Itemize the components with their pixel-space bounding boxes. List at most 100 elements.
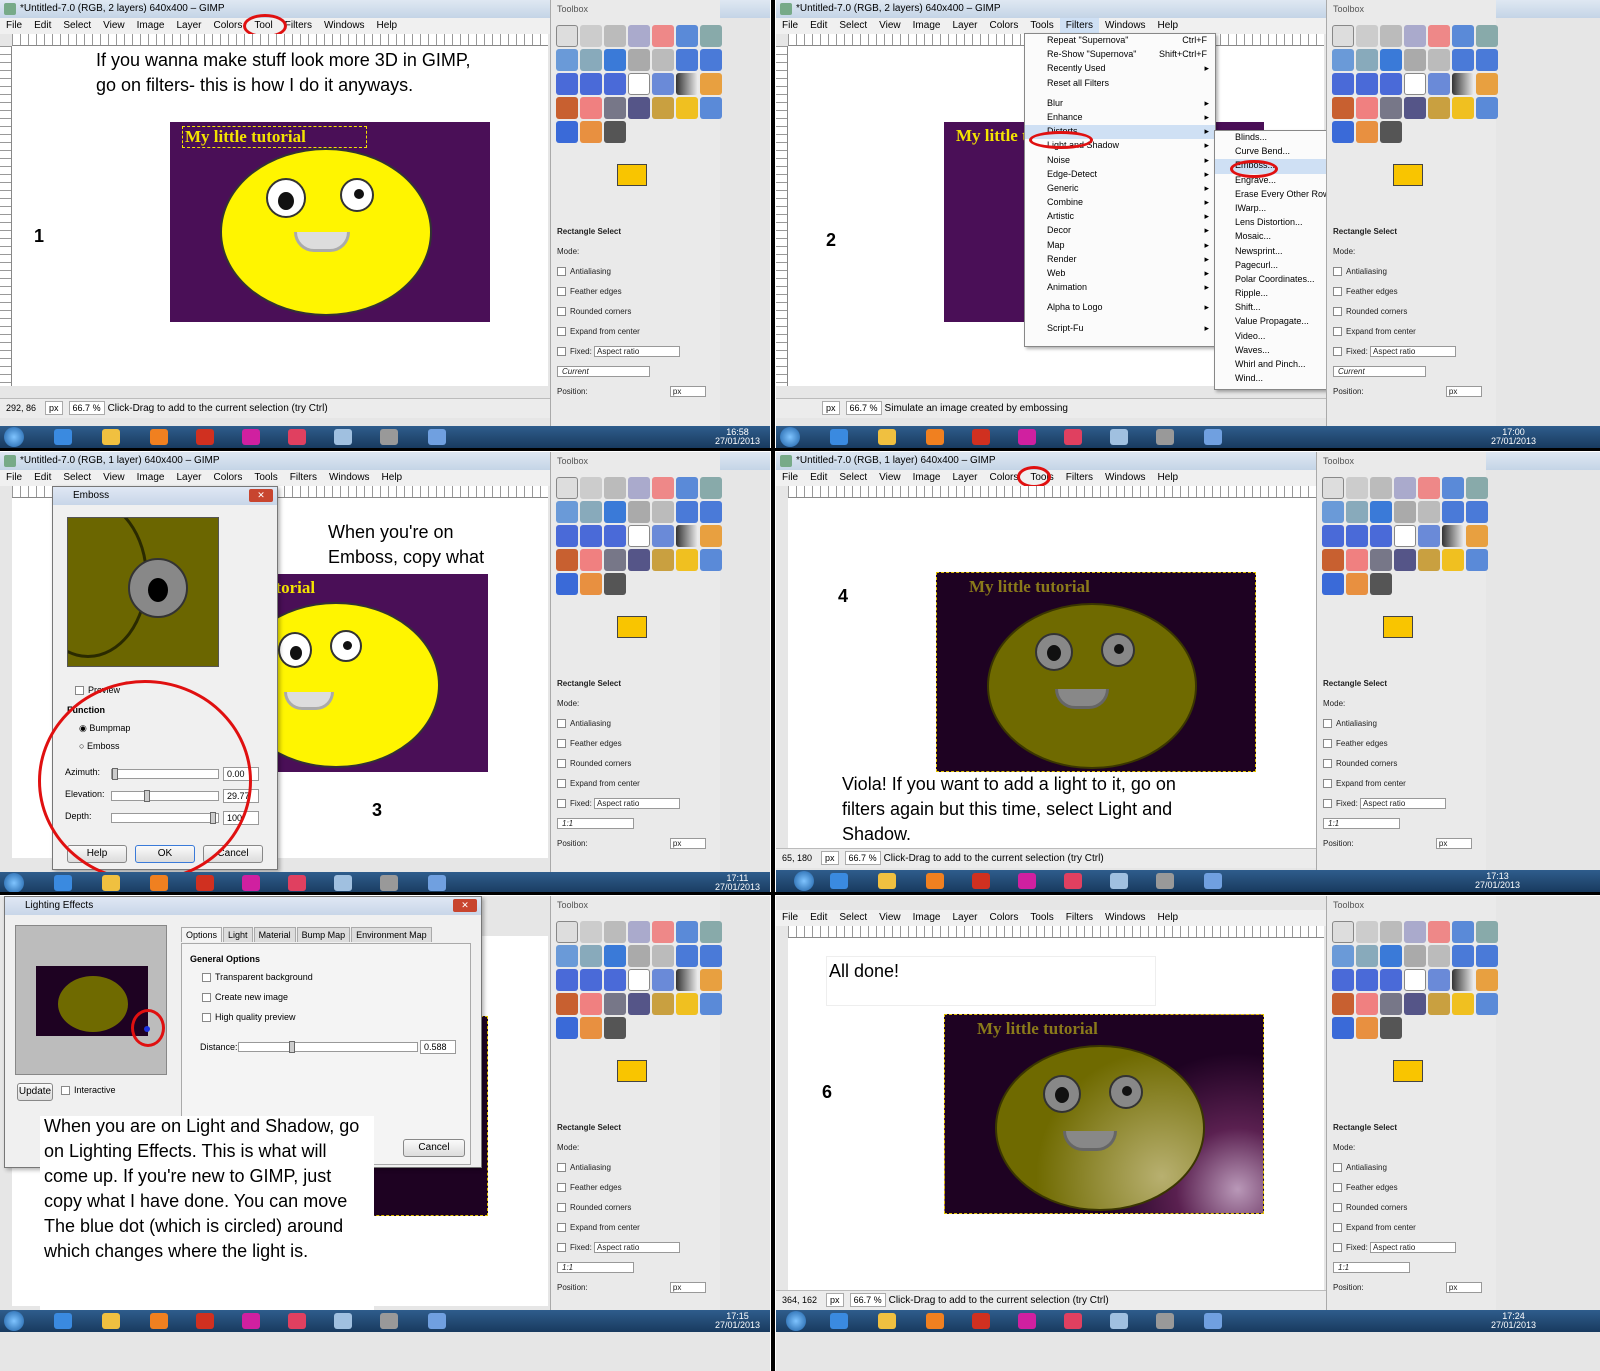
eraser-icon[interactable] bbox=[1356, 993, 1378, 1015]
measure-icon[interactable] bbox=[580, 501, 602, 523]
rotate-icon[interactable] bbox=[1452, 945, 1474, 967]
menu-select[interactable]: Select bbox=[833, 470, 873, 486]
menu-view[interactable]: View bbox=[873, 910, 907, 926]
mario-icon[interactable] bbox=[196, 1313, 214, 1329]
menu-filters[interactable]: Filters bbox=[1059, 18, 1099, 34]
blur-icon[interactable] bbox=[1332, 1017, 1354, 1039]
path-icon[interactable] bbox=[1476, 921, 1498, 943]
zoom-select[interactable]: 66.7 % bbox=[68, 401, 105, 415]
scissors-icon[interactable] bbox=[1428, 921, 1450, 943]
menu-edit[interactable]: Edit bbox=[804, 910, 833, 926]
pencil-icon[interactable] bbox=[700, 525, 722, 547]
expand-option[interactable]: Expand from center bbox=[551, 774, 720, 794]
paintbrush-icon[interactable] bbox=[556, 549, 578, 571]
ink-icon[interactable] bbox=[1394, 549, 1416, 571]
antialiasing-option[interactable]: Antialiasing bbox=[1317, 714, 1486, 734]
network-icon[interactable] bbox=[1204, 873, 1222, 889]
airbrush-icon[interactable] bbox=[1370, 549, 1392, 571]
color-picker-icon[interactable] bbox=[1452, 25, 1474, 47]
perspective-icon[interactable] bbox=[1356, 73, 1378, 95]
expand-option[interactable]: Expand from center bbox=[1317, 774, 1486, 794]
heal-icon[interactable] bbox=[676, 97, 698, 119]
blend-icon[interactable] bbox=[676, 73, 698, 95]
internet-explorer-icon[interactable] bbox=[54, 429, 72, 445]
shear-icon[interactable] bbox=[556, 73, 578, 95]
blender-icon[interactable] bbox=[926, 1313, 944, 1329]
gimp-taskbar-icon[interactable] bbox=[1156, 429, 1174, 445]
scissors-icon[interactable] bbox=[652, 25, 674, 47]
lasso-icon[interactable] bbox=[604, 477, 626, 499]
scale-icon[interactable] bbox=[1466, 501, 1488, 523]
filters-menu-item[interactable]: Recently Used ▸ bbox=[1025, 62, 1215, 76]
expand-option[interactable]: Expand from center bbox=[1327, 322, 1496, 342]
airbrush-icon[interactable] bbox=[1380, 97, 1402, 119]
text-tool-icon[interactable] bbox=[1404, 969, 1426, 991]
zoom-select[interactable]: 66.7 % bbox=[845, 401, 882, 415]
image-canvas[interactable]: If you wanna make stuff look more 3D in … bbox=[12, 46, 548, 386]
filters-menu-item[interactable]: Map ▸ bbox=[1025, 239, 1215, 253]
menu-layer[interactable]: Layer bbox=[170, 470, 207, 486]
menu-help[interactable]: Help bbox=[1152, 910, 1185, 926]
menu-select[interactable]: Select bbox=[57, 470, 97, 486]
path-icon[interactable] bbox=[700, 477, 722, 499]
zoom-icon[interactable] bbox=[556, 501, 578, 523]
menu-help[interactable]: Help bbox=[1152, 470, 1185, 486]
rounded-option[interactable]: Rounded corners bbox=[1327, 302, 1496, 322]
ink-icon[interactable] bbox=[1404, 97, 1426, 119]
shear-icon[interactable] bbox=[556, 525, 578, 547]
filters-menu-item[interactable]: Script-Fu ▸ bbox=[1025, 322, 1215, 336]
cancel-button[interactable]: Cancel bbox=[403, 1139, 465, 1157]
game-icon[interactable] bbox=[242, 1313, 260, 1329]
lasso-icon[interactable] bbox=[1380, 25, 1402, 47]
unit-select[interactable]: px bbox=[826, 1293, 844, 1307]
menu-file[interactable]: File bbox=[776, 470, 804, 486]
ink-icon[interactable] bbox=[1404, 993, 1426, 1015]
move-icon[interactable] bbox=[1370, 501, 1392, 523]
scale-icon[interactable] bbox=[1476, 945, 1498, 967]
foreground-color-swatch[interactable] bbox=[1393, 164, 1423, 186]
color-picker-icon[interactable] bbox=[676, 921, 698, 943]
pencil-icon[interactable] bbox=[1476, 969, 1498, 991]
gimp-taskbar-icon[interactable] bbox=[1156, 873, 1174, 889]
menu-view[interactable]: View bbox=[873, 470, 907, 486]
create-new-image-checkbox[interactable]: Create new image bbox=[202, 992, 288, 1003]
color-picker-icon[interactable] bbox=[1452, 921, 1474, 943]
zoom-select[interactable]: 66.7 % bbox=[844, 851, 881, 865]
align-icon[interactable] bbox=[628, 501, 650, 523]
dodge-icon[interactable] bbox=[1356, 1017, 1378, 1039]
scale-icon[interactable] bbox=[700, 49, 722, 71]
path-icon[interactable] bbox=[1466, 477, 1488, 499]
scissors-icon[interactable] bbox=[1428, 25, 1450, 47]
crop-icon[interactable] bbox=[652, 945, 674, 967]
bucket-fill-icon[interactable] bbox=[1428, 73, 1450, 95]
menu-filters[interactable]: Filters bbox=[1060, 910, 1099, 926]
close-icon[interactable]: ✕ bbox=[453, 899, 477, 912]
mario-icon[interactable] bbox=[972, 429, 990, 445]
text-tool-icon[interactable] bbox=[1394, 525, 1416, 547]
ellipse-select-icon[interactable] bbox=[580, 477, 602, 499]
fixed-value-field[interactable]: Current bbox=[551, 362, 720, 382]
smudge-icon[interactable] bbox=[1466, 549, 1488, 571]
blur-icon[interactable] bbox=[556, 121, 578, 143]
move-icon[interactable] bbox=[604, 945, 626, 967]
game-icon[interactable] bbox=[1018, 429, 1036, 445]
dodge-icon[interactable] bbox=[1356, 121, 1378, 143]
blend-icon[interactable] bbox=[676, 525, 698, 547]
fixed-option[interactable]: Fixed: Aspect ratio bbox=[551, 1238, 720, 1258]
text-tool-icon[interactable] bbox=[1404, 73, 1426, 95]
folder-icon[interactable] bbox=[878, 1313, 896, 1329]
mario-icon[interactable] bbox=[972, 873, 990, 889]
shear-icon[interactable] bbox=[556, 969, 578, 991]
windows-start-icon[interactable] bbox=[794, 871, 814, 891]
menu-file[interactable]: File bbox=[776, 18, 804, 34]
flip-icon[interactable] bbox=[1370, 525, 1392, 547]
measure-icon[interactable] bbox=[1346, 501, 1368, 523]
align-icon[interactable] bbox=[628, 945, 650, 967]
menu-file[interactable]: File bbox=[0, 470, 28, 486]
flip-icon[interactable] bbox=[1380, 73, 1402, 95]
fixed-option[interactable]: Fixed: Aspect ratio bbox=[1327, 342, 1496, 362]
image-canvas[interactable]: All done! 6 My little tutorial bbox=[788, 938, 1324, 1290]
dodge-icon[interactable] bbox=[1346, 573, 1368, 595]
game-icon[interactable] bbox=[1018, 1313, 1036, 1329]
menu-image[interactable]: Image bbox=[131, 470, 171, 486]
